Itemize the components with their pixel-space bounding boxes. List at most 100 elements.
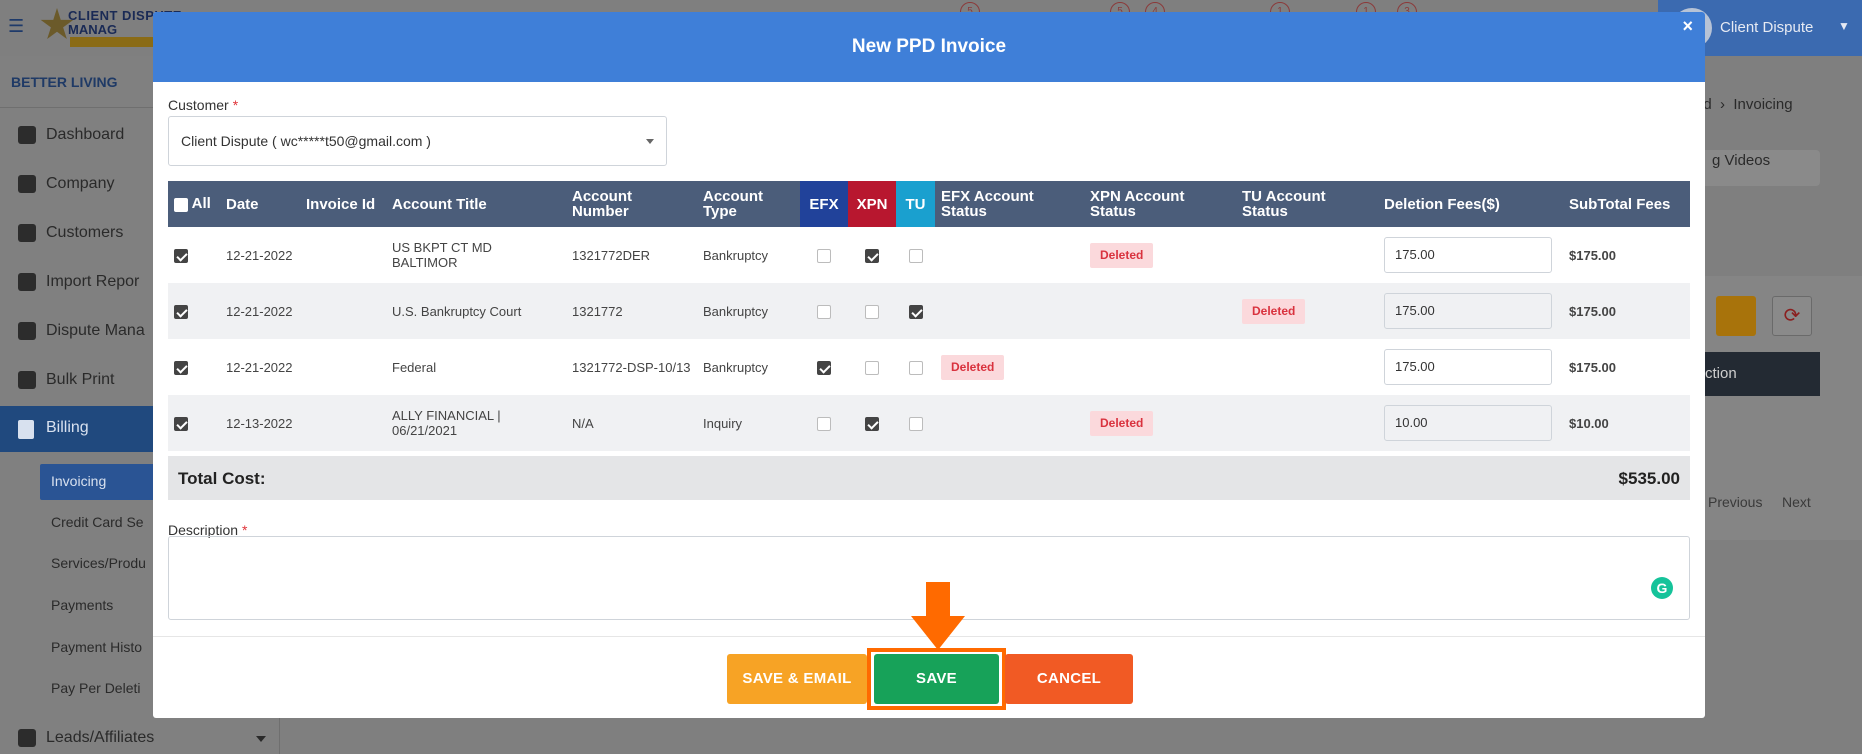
caret-down-icon — [256, 736, 266, 742]
sidebar-item-import-reports[interactable]: Import Repor — [18, 273, 139, 291]
column-header-all[interactable]: All — [168, 181, 220, 227]
sidebar-item-company[interactable]: Company — [18, 175, 114, 193]
row-select-checkbox[interactable] — [174, 416, 188, 431]
efx-checkbox[interactable] — [817, 416, 831, 431]
xpn-checkbox[interactable] — [865, 416, 879, 431]
account-number-cell: 1321772-DSP-10/13 — [572, 359, 691, 375]
column-header-efx: EFX — [800, 181, 848, 227]
save-and-email-button[interactable]: SAVE & EMAIL — [727, 654, 867, 704]
submenu-item-payments[interactable]: Payments — [51, 597, 113, 613]
xpn-cell — [848, 395, 896, 451]
submenu-item-credit-card[interactable]: Credit Card Se — [51, 514, 144, 530]
customer-select-value: Client Dispute ( wc*****t50@gmail.com ) — [181, 133, 431, 149]
refresh-icon[interactable]: ⟳ — [1772, 296, 1812, 336]
modal-title: New PPD Invoice — [851, 36, 1007, 57]
sidebar-item-dispute-manager[interactable]: Dispute Mana — [18, 322, 145, 340]
print-icon — [18, 371, 36, 389]
account-number-cell: 1321772 — [566, 283, 697, 339]
deletion-fee-cell: 175.00 — [1378, 339, 1563, 395]
date-cell: 12-13-2022 — [220, 395, 300, 451]
row-select-cell — [168, 283, 220, 339]
xpn-status-cell — [1084, 339, 1236, 395]
cancel-button[interactable]: CANCEL — [1005, 654, 1133, 704]
submenu-item-pay-per-deletion[interactable]: Pay Per Deleti — [51, 680, 140, 696]
search-button[interactable] — [1716, 296, 1756, 336]
sidebar-item-customers[interactable]: Customers — [18, 224, 123, 242]
sidebar-item-leads[interactable]: Leads/Affiliates — [18, 729, 154, 747]
account-title-cell: Federal — [392, 359, 437, 375]
status-badge: Deleted — [1090, 410, 1154, 436]
chart-line-icon — [18, 729, 36, 747]
account-title-cell: ALLY FINANCIAL | 06/21/2021 — [386, 395, 566, 451]
building-icon — [18, 175, 36, 193]
sidebar-item-label: Customers — [46, 224, 124, 241]
table-row: 12-13-2022 ALLY FINANCIAL | 06/21/2021 N/A… — [168, 395, 1690, 451]
column-header-efx-status: EFX Account Status — [935, 181, 1084, 227]
deletion-fee-input[interactable]: 175.00 — [1384, 237, 1552, 273]
pagination-previous[interactable]: Previous — [1708, 494, 1762, 510]
tu-cell — [896, 283, 935, 339]
sidebar-item-dashboard[interactable]: Dashboard — [18, 126, 124, 144]
efx-checkbox[interactable] — [817, 304, 831, 319]
close-icon[interactable]: × — [1682, 16, 1693, 37]
laptop-icon — [18, 322, 36, 340]
tu-cell — [896, 339, 935, 395]
efx-status-cell — [935, 283, 1084, 339]
column-header-date: Date — [220, 181, 300, 227]
total-cost-value: $535.00 — [1618, 469, 1680, 488]
invoice-id-cell — [300, 395, 386, 451]
tu-checkbox[interactable] — [908, 248, 923, 263]
sidebar-item-bulk-print[interactable]: Bulk Print — [18, 371, 114, 389]
xpn-checkbox[interactable] — [865, 304, 879, 319]
row-select-checkbox[interactable] — [174, 304, 188, 319]
xpn-checkbox[interactable] — [865, 248, 879, 263]
row-select-cell — [168, 227, 220, 283]
account-title-cell: US BKPT CT MD BALTIMOR — [392, 240, 492, 270]
table-row: 12-21-2022 U.S. Bankruptcy Court 1321772 Ba… — [168, 283, 1690, 339]
row-select-checkbox[interactable] — [174, 248, 188, 263]
xpn-cell — [848, 283, 896, 339]
sidebar-item-label: Leads/Affiliates — [46, 729, 155, 746]
column-header-account-type: Account Type — [697, 181, 800, 227]
new-ppd-invoice-modal: New PPD Invoice × Customer * Client Dispu… — [153, 12, 1705, 718]
select-all-checkbox[interactable] — [174, 197, 188, 212]
column-header-deletion-fees: Deletion Fees($) — [1378, 181, 1563, 227]
subtotal-cell: $175.00 — [1563, 283, 1690, 339]
invoice-id-cell — [300, 283, 386, 339]
xpn-checkbox[interactable] — [865, 360, 879, 375]
efx-cell — [800, 339, 848, 395]
deletion-fee-input[interactable]: 10.00 — [1384, 405, 1552, 441]
tu-checkbox[interactable] — [908, 360, 923, 375]
account-type-cell: Inquiry — [697, 395, 800, 451]
efx-status-cell: Deleted — [935, 339, 1084, 395]
efx-cell — [800, 227, 848, 283]
row-select-checkbox[interactable] — [174, 360, 188, 375]
status-badge: Deleted — [941, 354, 1005, 380]
save-button[interactable]: SAVE — [874, 654, 999, 704]
tu-cell — [896, 395, 935, 451]
submenu-item-payment-history[interactable]: Payment Histo — [51, 639, 142, 655]
table-row: 12-21-2022 US BKPT CT MD BALTIMOR 1321772D… — [168, 227, 1690, 283]
hamburger-menu-icon[interactable]: ☰ — [8, 16, 24, 37]
efx-status-cell — [935, 395, 1084, 451]
column-header-label: All — [191, 195, 211, 213]
deletion-fee-input[interactable]: 175.00 — [1384, 293, 1552, 329]
invoice-icon — [18, 420, 34, 439]
efx-cell — [800, 283, 848, 339]
efx-checkbox[interactable] — [817, 360, 831, 375]
deletion-fee-input[interactable]: 175.00 — [1384, 349, 1552, 385]
xpn-cell — [848, 339, 896, 395]
status-badge: Deleted — [1242, 298, 1306, 324]
tu-checkbox[interactable] — [908, 416, 923, 431]
submenu-item-services[interactable]: Services/Produ — [51, 555, 146, 571]
pagination-next[interactable]: Next — [1782, 494, 1811, 510]
sidebar-item-label: Import Repor — [46, 273, 140, 290]
column-header-tu: TU — [896, 181, 935, 227]
column-header-account-title: Account Title — [386, 181, 566, 227]
tu-checkbox[interactable] — [908, 304, 923, 319]
efx-checkbox[interactable] — [817, 248, 831, 263]
grammarly-icon[interactable]: G — [1651, 577, 1673, 599]
customer-select[interactable]: Client Dispute ( wc*****t50@gmail.com ) — [168, 116, 667, 166]
row-select-cell — [168, 339, 220, 395]
tu-status-cell — [1236, 339, 1378, 395]
